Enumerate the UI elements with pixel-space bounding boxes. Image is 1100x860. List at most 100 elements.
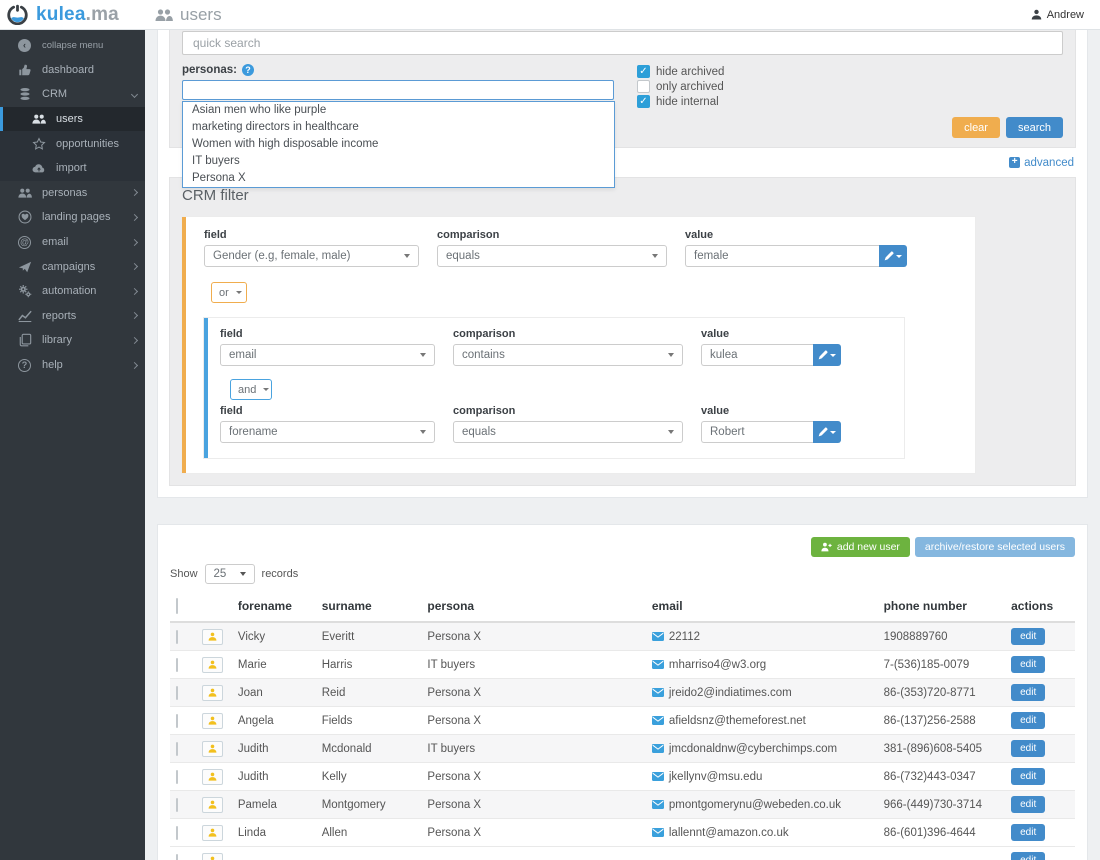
persona-option[interactable]: Asian men who like purple [183,102,614,119]
edit-button[interactable]: edit [1011,740,1045,757]
persona-option[interactable]: marketing directors in healthcare [183,119,614,136]
email-cell[interactable]: lallennt@amazon.co.uk [652,827,872,839]
user-status-button[interactable] [202,657,223,673]
edit-button[interactable]: edit [1011,768,1045,785]
email-cell[interactable]: jkellynv@msu.edu [652,771,872,783]
edit-button[interactable]: edit [1011,684,1045,701]
sidebar-item-users[interactable]: users [0,107,145,132]
operator-select-or[interactable]: or [211,282,247,303]
value-label: value [701,328,841,340]
personas-input[interactable] [182,80,614,100]
field-select-2[interactable]: email [220,344,435,366]
user-status-button[interactable] [202,769,223,785]
clear-button[interactable]: clear [952,117,1000,138]
email-cell[interactable]: mharriso4@w3.org [652,659,872,671]
checkbox-icon[interactable]: ✓ [637,95,650,108]
user-status-button[interactable] [202,713,223,729]
comparison-select-2[interactable]: contains [453,344,683,366]
persona-option[interactable]: Women with high disposable income [183,136,614,153]
filter-checkbox[interactable]: ✓ hide internal [637,94,724,109]
sidebar-item-personas[interactable]: personas [0,181,145,206]
comparison-select-1[interactable]: equals [437,245,667,267]
user-menu[interactable]: Andrew [1031,9,1084,21]
person-icon [208,688,217,697]
select-all-checkbox[interactable] [176,598,178,614]
email-cell[interactable]: 22112 [652,631,872,643]
checkbox-icon[interactable]: ✓ [637,80,650,93]
field-select-1[interactable]: Gender (e.g, female, male) [204,245,419,267]
edit-button[interactable]: edit [1011,712,1045,729]
sidebar-item-email[interactable]: @ email [0,230,145,255]
value-input-1[interactable] [685,245,879,267]
value-input-3[interactable] [701,421,813,443]
edit-button[interactable]: edit [1011,824,1045,841]
sidebar-item-landing-pages[interactable]: landing pages [0,205,145,230]
envelope-icon [652,688,664,697]
persona-option[interactable]: Persona X [183,170,614,187]
sidebar-item-opportunities[interactable]: opportunities [0,131,145,156]
surname-cell: Harris [316,651,422,679]
value-edit-button[interactable] [813,344,841,366]
value-input-2[interactable] [701,344,813,366]
search-button[interactable]: search [1006,117,1063,138]
email-cell[interactable]: afieldsnz@themeforest.net [652,715,872,727]
row-checkbox[interactable] [176,854,178,860]
email-cell[interactable]: jreido2@indiatimes.com [652,687,872,699]
page-size-select[interactable]: 25 [205,564,255,584]
user-status-button[interactable] [202,685,223,701]
email-cell[interactable]: jmcdonaldnw@cyberchimps.com [652,743,872,755]
row-checkbox[interactable] [176,658,178,672]
help-icon[interactable]: ? [242,64,254,76]
persona-cell: Persona X [421,622,645,651]
filter-row-2: field email comparison contains [220,328,890,366]
sidebar-item-import[interactable]: import [0,156,145,181]
add-new-user-button[interactable]: add new user [811,537,910,557]
table-row-partial: edit [170,847,1075,860]
user-status-button[interactable] [202,853,223,860]
advanced-link[interactable]: + advanced [1009,157,1074,169]
row-checkbox[interactable] [176,686,178,700]
checkbox-icon[interactable]: ✓ [637,65,650,78]
column-header: phone number [878,591,1006,622]
sidebar-item-library[interactable]: library [0,328,145,353]
sidebar-collapse-menu[interactable]: ‹ collapse menu [0,33,145,58]
edit-button[interactable]: edit [1011,796,1045,813]
user-status-button[interactable] [202,825,223,841]
email-cell[interactable]: pmontgomerynu@webeden.co.uk [652,799,872,811]
row-checkbox[interactable] [176,714,178,728]
value-edit-button[interactable] [813,421,841,443]
row-checkbox[interactable] [176,742,178,756]
field-select-3[interactable]: forename [220,421,435,443]
archive-restore-button[interactable]: archive/restore selected users [915,537,1075,557]
row-checkbox[interactable] [176,770,178,784]
row-checkbox[interactable] [176,630,178,644]
comparison-select-3[interactable]: equals [453,421,683,443]
sidebar-item-help[interactable]: ? help [0,353,145,378]
row-checkbox[interactable] [176,826,178,840]
edit-button[interactable]: edit [1011,852,1045,860]
filter-checkbox[interactable]: ✓ hide archived [637,64,724,79]
sidebar-item-reports[interactable]: reports [0,304,145,329]
user-status-button[interactable] [202,629,223,645]
user-status-button[interactable] [202,797,223,813]
sidebar-item-dashboard[interactable]: dashboard [0,58,145,83]
value-label: value [701,405,841,417]
user-status-button[interactable] [202,741,223,757]
sidebar-item-crm[interactable]: CRM [0,82,145,107]
persona-option[interactable]: IT buyers [183,153,614,170]
sidebar-item-automation[interactable]: automation [0,279,145,304]
filter-checkbox[interactable]: ✓ only archived [637,79,724,94]
edit-button[interactable]: edit [1011,656,1045,673]
row-checkbox[interactable] [176,798,178,812]
caret-down-icon [404,254,410,258]
table-row: Linda Allen Persona X lallennt@amazon.co… [170,819,1075,847]
sidebar-item-campaigns[interactable]: campaigns [0,254,145,279]
quick-search-input[interactable] [182,31,1063,55]
value-edit-button[interactable] [879,245,907,267]
crm-filter-panel: CRM filter field Gender (e.g, female, ma… [169,177,1076,486]
app-logo[interactable]: kulea.ma [0,4,145,26]
column-header: surname [316,591,422,622]
operator-select-and[interactable]: and [230,379,272,400]
edit-button[interactable]: edit [1011,628,1045,645]
person-icon [208,632,217,641]
